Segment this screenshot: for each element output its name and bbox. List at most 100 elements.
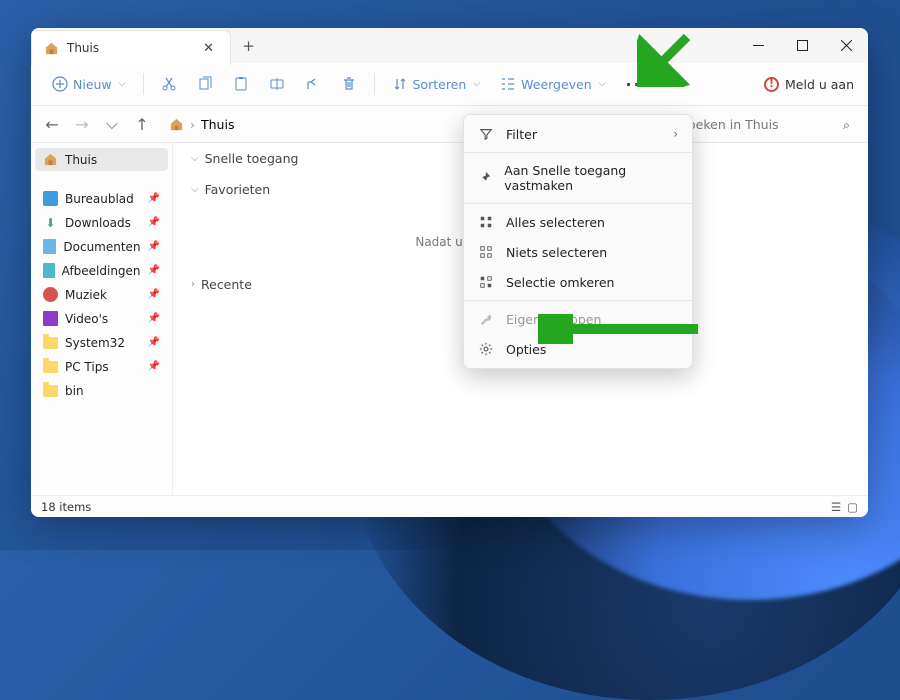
sort-label: Sorteren [413,77,467,92]
tab-home[interactable]: Thuis ✕ [31,30,231,65]
select-all-icon [478,214,494,230]
tab-label: Thuis [67,41,191,55]
menu-select-all[interactable]: Alles selecteren [464,207,692,237]
status-bar: 18 items ☰ ▢ [31,495,868,517]
folder-icon [43,383,58,398]
plus-circle-icon [52,76,68,92]
sidebar-label: Documenten [63,240,140,254]
pin-icon: 📌 [148,313,160,324]
group-label: Snelle toegang [205,151,299,166]
pin-icon [478,170,492,186]
filter-icon [478,126,494,142]
view-button[interactable]: Weergeven⌵ [493,71,612,97]
menu-filter[interactable]: Filter › [464,119,692,149]
alert-circle-icon [764,77,779,92]
back-button[interactable]: ← [39,111,65,137]
view-label: Weergeven [521,77,592,92]
sidebar-item-videos[interactable]: Video's 📌 [35,307,168,330]
copy-icon [197,76,213,92]
search-icon: ⌕ [843,117,850,133]
search-input[interactable]: oeken in Thuis⌕ [680,111,860,138]
pin-icon: 📌 [148,289,160,300]
pin-icon: 📌 [148,337,160,348]
wrench-icon [478,311,494,327]
sidebar-item-downloads[interactable]: ⬇Downloads📌 [35,211,168,234]
share-button[interactable] [298,71,328,97]
sidebar-label: Muziek [65,288,107,302]
copy-button[interactable] [190,71,220,97]
sidebar-label: Downloads [65,216,131,230]
toolbar: Nieuw⌵ Sorteren⌵ Weergeven⌵ ··· Meld u a… [31,63,868,105]
music-icon [43,287,58,302]
new-label: Nieuw [73,77,112,92]
gear-icon [478,341,494,357]
sidebar-item-home[interactable]: Thuis [35,148,168,171]
sidebar-label: Thuis [65,153,97,167]
sort-button[interactable]: Sorteren⌵ [385,71,488,97]
menu-pin[interactable]: Aan Snelle toegang vastmaken [464,156,692,200]
sidebar-item-documents[interactable]: Documenten 📌 [35,235,168,258]
sidebar-label: Video's [65,312,108,326]
menu-select-none[interactable]: Niets selecteren [464,237,692,267]
minimize-button[interactable] [736,28,780,63]
group-label: Favorieten [205,182,271,197]
cut-button[interactable] [154,71,184,97]
menu-invert-selection[interactable]: Selectie omkeren [464,267,692,297]
chevron-down-icon: ⌵ [191,153,199,164]
pin-icon: 📌 [148,361,160,372]
document-icon [43,239,56,254]
folder-icon [43,359,58,374]
sidebar-label: Afbeeldingen [62,264,141,278]
menu-label: Filter [506,127,537,142]
sidebar-item-music[interactable]: Muziek 📌 [35,283,168,306]
maximize-button[interactable] [780,28,824,63]
close-tab-icon[interactable]: ✕ [199,41,218,56]
explorer-window: Thuis ✕ + Nieuw⌵ Sorteren⌵ Weergeven⌵ ··… [31,28,868,517]
sidebar-item-system32[interactable]: System32 📌 [35,331,168,354]
sidebar-item-pictures[interactable]: Afbeeldingen📌 [35,259,168,282]
sidebar-label: bin [65,384,84,398]
select-none-icon [478,244,494,260]
paste-icon [233,76,249,92]
chevron-down-icon[interactable]: ⌵ [99,111,125,137]
close-window-button[interactable] [824,28,868,63]
menu-label: Alles selecteren [506,215,605,230]
trash-icon [341,76,357,92]
sidebar-label: Bureaublad [65,192,134,206]
image-icon [43,263,55,278]
delete-button[interactable] [334,71,364,97]
new-button[interactable]: Nieuw⌵ [45,71,133,97]
forward-button[interactable]: → [69,111,95,137]
menu-label: Aan Snelle toegang vastmaken [504,163,678,193]
annotation-arrow-top [637,27,697,87]
nav-row: ← → ⌵ ↑ › Thuis oeken in Thuis⌕ [31,106,868,142]
sidebar-item-desktop[interactable]: Bureaublad 📌 [35,187,168,210]
cut-icon [161,76,177,92]
chevron-right-icon: › [673,127,678,141]
paste-button[interactable] [226,71,256,97]
sidebar-label: System32 [65,336,125,350]
rename-button[interactable] [262,71,292,97]
desktop-icon [43,191,58,206]
pin-icon: 📌 [148,241,160,252]
home-icon [44,41,59,56]
new-tab-button[interactable]: + [231,28,266,63]
sidebar-label: PC Tips [65,360,109,374]
up-button[interactable]: ↑ [129,111,155,137]
titlebar: Thuis ✕ + [31,28,868,63]
home-icon [169,117,184,132]
grid-view-icon[interactable]: ▢ [847,500,858,514]
pin-icon: 📌 [148,193,160,204]
folder-icon [43,335,58,350]
sidebar: Thuis Bureaublad 📌 ⬇Downloads📌 Documenten… [31,143,173,495]
chevron-down-icon: ⌵ [191,184,199,195]
video-icon [43,311,58,326]
annotation-arrow-options [538,314,708,344]
sidebar-item-pctips[interactable]: PC Tips 📌 [35,355,168,378]
rename-icon [269,76,285,92]
signin-button[interactable]: Meld u aan [764,77,854,92]
sidebar-item-bin[interactable]: bin [35,379,168,402]
list-view-icon[interactable]: ☰ [831,500,841,514]
breadcrumb-label: Thuis [201,117,234,132]
view-icon [500,76,516,92]
